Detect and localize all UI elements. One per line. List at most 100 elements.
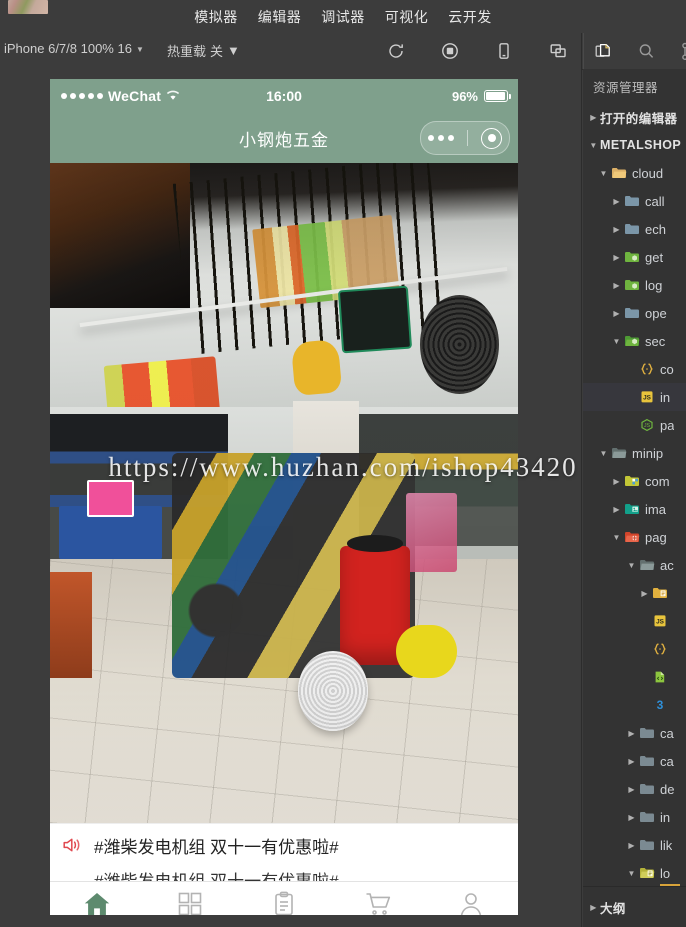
section-metalshop[interactable]: ▼ METALSHOP	[583, 131, 686, 159]
tab-cart[interactable]: 购物车	[331, 889, 425, 918]
chevron-down-icon: ▼	[627, 560, 636, 570]
source-control-icon[interactable]	[679, 40, 686, 62]
device-select[interactable]: iPhone 6/7/8 100% 16 ▼	[4, 41, 144, 56]
tree-item-page-wxss[interactable]: ▶ 3	[583, 691, 686, 719]
section-open-editors-label: 打开的编辑器	[600, 111, 678, 126]
folder-blue-icon	[623, 222, 640, 236]
folder-grey-icon	[638, 838, 655, 852]
folder-node-green-icon	[623, 278, 640, 292]
tree-label: lo	[660, 865, 671, 881]
section-open-editors[interactable]: ▶ 打开的编辑器	[583, 103, 686, 131]
chevron-down-icon: ▼	[612, 336, 621, 346]
tree-item-components[interactable]: ▶ com	[583, 467, 686, 495]
tree-item-pages[interactable]: ▼ pag	[583, 523, 686, 551]
tree-item-ope[interactable]: ▶ ope	[583, 299, 686, 327]
chevron-down-icon: ▼	[599, 448, 608, 458]
tree-label: ima	[645, 501, 666, 517]
folder-open-node-green-icon	[623, 334, 640, 348]
folder-open-grey-icon	[638, 558, 655, 572]
device-select-label: iPhone 6/7/8 100% 16	[4, 41, 132, 56]
tree-item-images[interactable]: ▶ ima	[583, 495, 686, 523]
close-target-icon[interactable]	[481, 127, 503, 149]
menu-simulator[interactable]: 模拟器	[194, 7, 238, 27]
toolbar-icons	[385, 33, 569, 69]
tree-label: cloud	[632, 165, 664, 181]
tree-item-call[interactable]: ▶ call	[583, 187, 686, 215]
battery-percent: 96%	[451, 88, 478, 104]
tree-item-account[interactable]: ▼ ac	[583, 551, 686, 579]
notice-text: #潍柴发电机组 双十一有优惠啦#	[94, 838, 339, 857]
menu-debugger[interactable]: 调试器	[321, 7, 365, 27]
section-metalshop-label: METALSHOP	[600, 138, 682, 152]
chevron-right-icon: ▶	[590, 902, 597, 912]
preview-phone-icon[interactable]	[493, 40, 515, 62]
split-window-icon[interactable]	[547, 40, 569, 62]
page-title: 小钢炮五金	[239, 130, 329, 150]
tree-label: in	[660, 809, 671, 825]
record-stop-icon[interactable]	[439, 40, 461, 62]
chevron-right-icon: ▶	[613, 504, 620, 514]
accent-underline	[660, 884, 680, 886]
status-time: 16:00	[266, 88, 302, 104]
tree-label: lik	[660, 837, 673, 853]
cart-icon	[364, 889, 392, 917]
tree-item-cart[interactable]: ▶ ca	[583, 719, 686, 747]
tree-item-sub-docs[interactable]: ▶	[583, 579, 686, 607]
folder-open-grey-icon	[610, 446, 627, 460]
tree-item-index-js[interactable]: ▶ JS in	[583, 383, 686, 411]
more-menu-icon[interactable]	[427, 135, 454, 141]
tree-label: de	[660, 781, 675, 797]
panel-divider[interactable]	[581, 33, 582, 927]
outline-header[interactable]: ▶ 大纲	[583, 894, 686, 920]
outline-label: 大纲	[600, 901, 626, 916]
clipboard-icon	[272, 889, 296, 917]
tree-item-miniprogram[interactable]: ▼ minip	[583, 439, 686, 467]
tab-home[interactable]: 首页	[50, 889, 144, 918]
tree-item-cloud[interactable]: ▼ cloud	[583, 159, 686, 187]
menu-visual[interactable]: 可视化	[385, 7, 429, 27]
tree-item-log[interactable]: ▶ log	[583, 271, 686, 299]
hot-reload-value: 关	[210, 44, 224, 59]
tree-item-sec[interactable]: ▼ sec	[583, 327, 686, 355]
compile-refresh-icon[interactable]	[385, 40, 407, 62]
megaphone-icon	[62, 836, 82, 856]
menu-cloud[interactable]: 云开发	[448, 7, 492, 27]
tree-item-category[interactable]: ▶ ca	[583, 747, 686, 775]
tab-profile[interactable]: 我的	[424, 889, 518, 918]
tree-item-login[interactable]: ▼ lo	[583, 859, 686, 887]
simulator-area: WeChat 16:00 96% 小钢炮五金 #潍柴发电机组 双十一有优惠啦#	[0, 69, 581, 927]
app-root: 模拟器 编辑器 调试器 可视化 云开发 iPhone 6/7/8 100% 16…	[0, 0, 686, 927]
tree-item-like[interactable]: ▶ lik	[583, 831, 686, 859]
json-braces-icon	[651, 642, 668, 656]
folder-component-yellow-icon	[623, 474, 640, 488]
explorer-files-icon[interactable]	[593, 40, 614, 62]
outline-section[interactable]: ▶ 大纲	[583, 884, 686, 927]
tree-item-page-wxml[interactable]: ▶	[583, 663, 686, 691]
tree-item-get[interactable]: ▶ get	[583, 243, 686, 271]
tab-category[interactable]: 分类	[144, 889, 238, 918]
tree-item-ech[interactable]: ▶ ech	[583, 215, 686, 243]
tree-item-config-json[interactable]: ▶ co	[583, 355, 686, 383]
hero-photo[interactable]	[50, 163, 518, 823]
tree-item-page-json[interactable]: ▶	[583, 635, 686, 663]
phone-status-bar: WeChat 16:00 96%	[50, 79, 518, 113]
tree-item-page-js[interactable]: ▶ JS	[583, 607, 686, 635]
notice-bar[interactable]: #潍柴发电机组 双十一有优惠啦#	[50, 823, 518, 867]
tree-item-index[interactable]: ▶ in	[583, 803, 686, 831]
chevron-right-icon: ▶	[628, 840, 635, 850]
tab-news[interactable]: 新闻	[237, 889, 331, 918]
search-icon[interactable]	[636, 40, 657, 62]
tree-item-package-json[interactable]: ▶ JS pa	[583, 411, 686, 439]
wechat-capsule[interactable]	[420, 121, 510, 155]
menu-bar: 模拟器 编辑器 调试器 可视化 云开发	[0, 0, 686, 33]
js-file-icon: JS	[638, 390, 655, 404]
tree-label: sec	[645, 333, 666, 349]
chevron-right-icon: ▶	[628, 784, 635, 794]
chevron-right-icon: ▶	[628, 812, 635, 822]
svg-text:JS: JS	[656, 619, 665, 626]
menu-editor[interactable]: 编辑器	[258, 7, 302, 27]
toolbar-divider	[583, 33, 584, 69]
chevron-right-icon: ▶	[590, 112, 597, 122]
hot-reload-toggle[interactable]: 热重载 关 ▼	[167, 41, 240, 60]
tree-item-detail[interactable]: ▶ de	[583, 775, 686, 803]
